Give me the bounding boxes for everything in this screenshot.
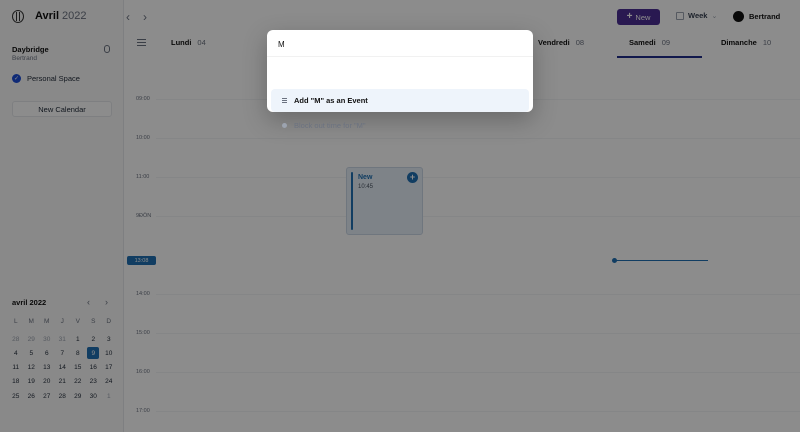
list-icon [282,98,287,103]
add-event-option[interactable]: Add "M" as an Event [271,89,529,112]
command-palette: Add "M" as an Event Block out time for "… [267,30,533,130]
block-time-option[interactable]: Block out time for "M" [271,114,529,137]
command-search-input[interactable] [278,38,522,50]
option-label: Add "M" as an Event [294,96,368,105]
dot-icon [282,123,287,128]
option-label: Block out time for "M" [294,121,366,130]
divider [267,56,533,57]
